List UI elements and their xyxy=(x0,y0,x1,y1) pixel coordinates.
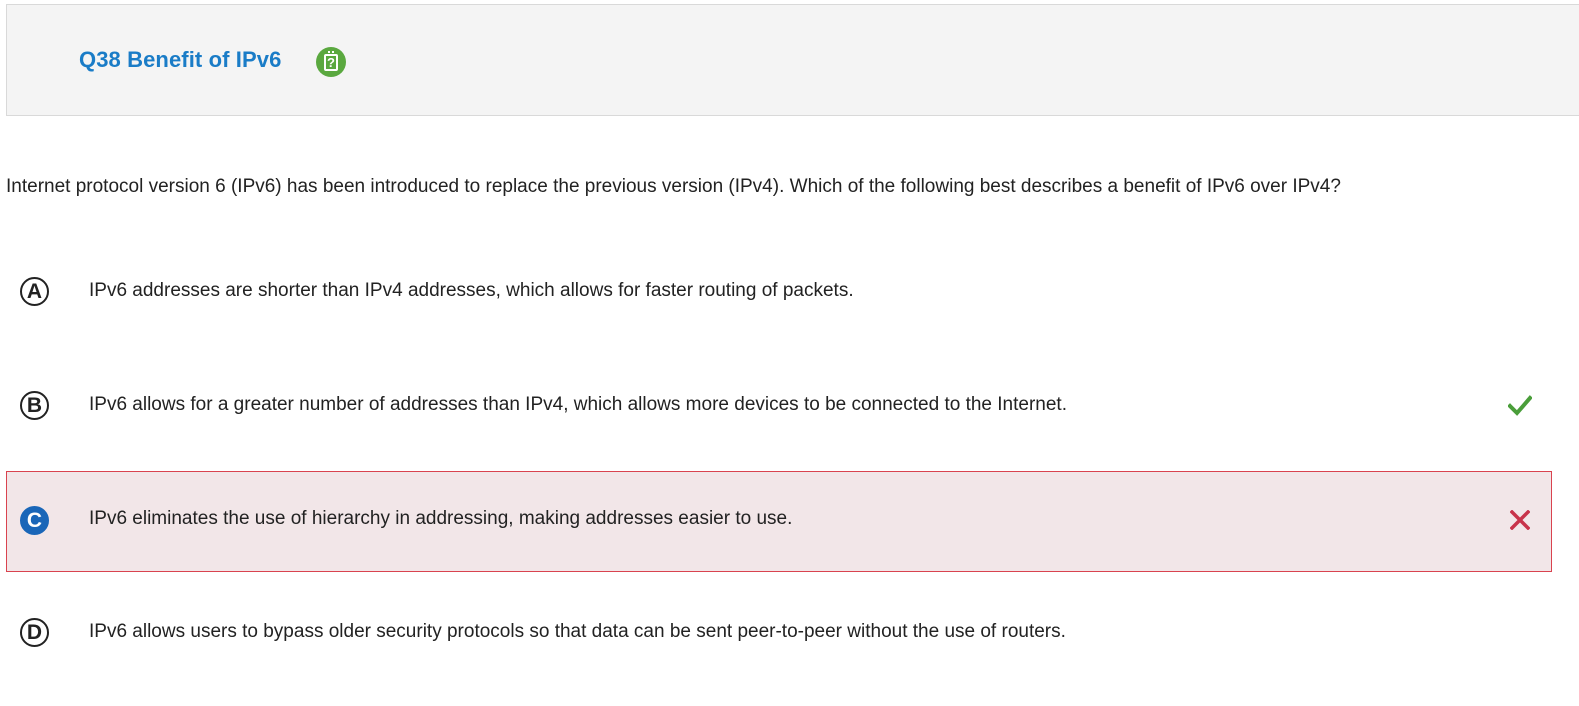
question-prompt: Internet protocol version 6 (IPv6) has b… xyxy=(6,176,1341,197)
option-letter-a: A xyxy=(20,277,49,306)
question-header: Q38 Benefit of IPv6 ? xyxy=(6,4,1579,116)
option-letter-b: B xyxy=(20,391,49,420)
answer-option-b[interactable]: B IPv6 allows for a greater number of ad… xyxy=(6,357,1552,458)
option-text-d: IPv6 allows users to bypass older securi… xyxy=(89,621,1066,642)
answer-option-a[interactable]: A IPv6 addresses are shorter than IPv4 a… xyxy=(6,243,1552,344)
option-text-b: IPv6 allows for a greater number of addr… xyxy=(89,394,1067,415)
answer-option-c[interactable]: C IPv6 eliminates the use of hierarchy i… xyxy=(6,471,1552,572)
help-icon[interactable]: ? xyxy=(316,47,346,77)
correct-check-icon xyxy=(1508,395,1532,416)
option-letter-d: D xyxy=(20,618,49,647)
option-letter-c: C xyxy=(20,506,49,535)
answer-option-d[interactable]: D IPv6 allows users to bypass older secu… xyxy=(6,584,1552,685)
question-title: Q38 Benefit of IPv6 xyxy=(79,47,282,72)
incorrect-x-icon xyxy=(1510,510,1530,530)
option-text-c: IPv6 eliminates the use of hierarchy in … xyxy=(89,508,793,529)
help-icon-glyph: ? xyxy=(324,50,338,71)
option-text-a: IPv6 addresses are shorter than IPv4 add… xyxy=(89,280,854,301)
